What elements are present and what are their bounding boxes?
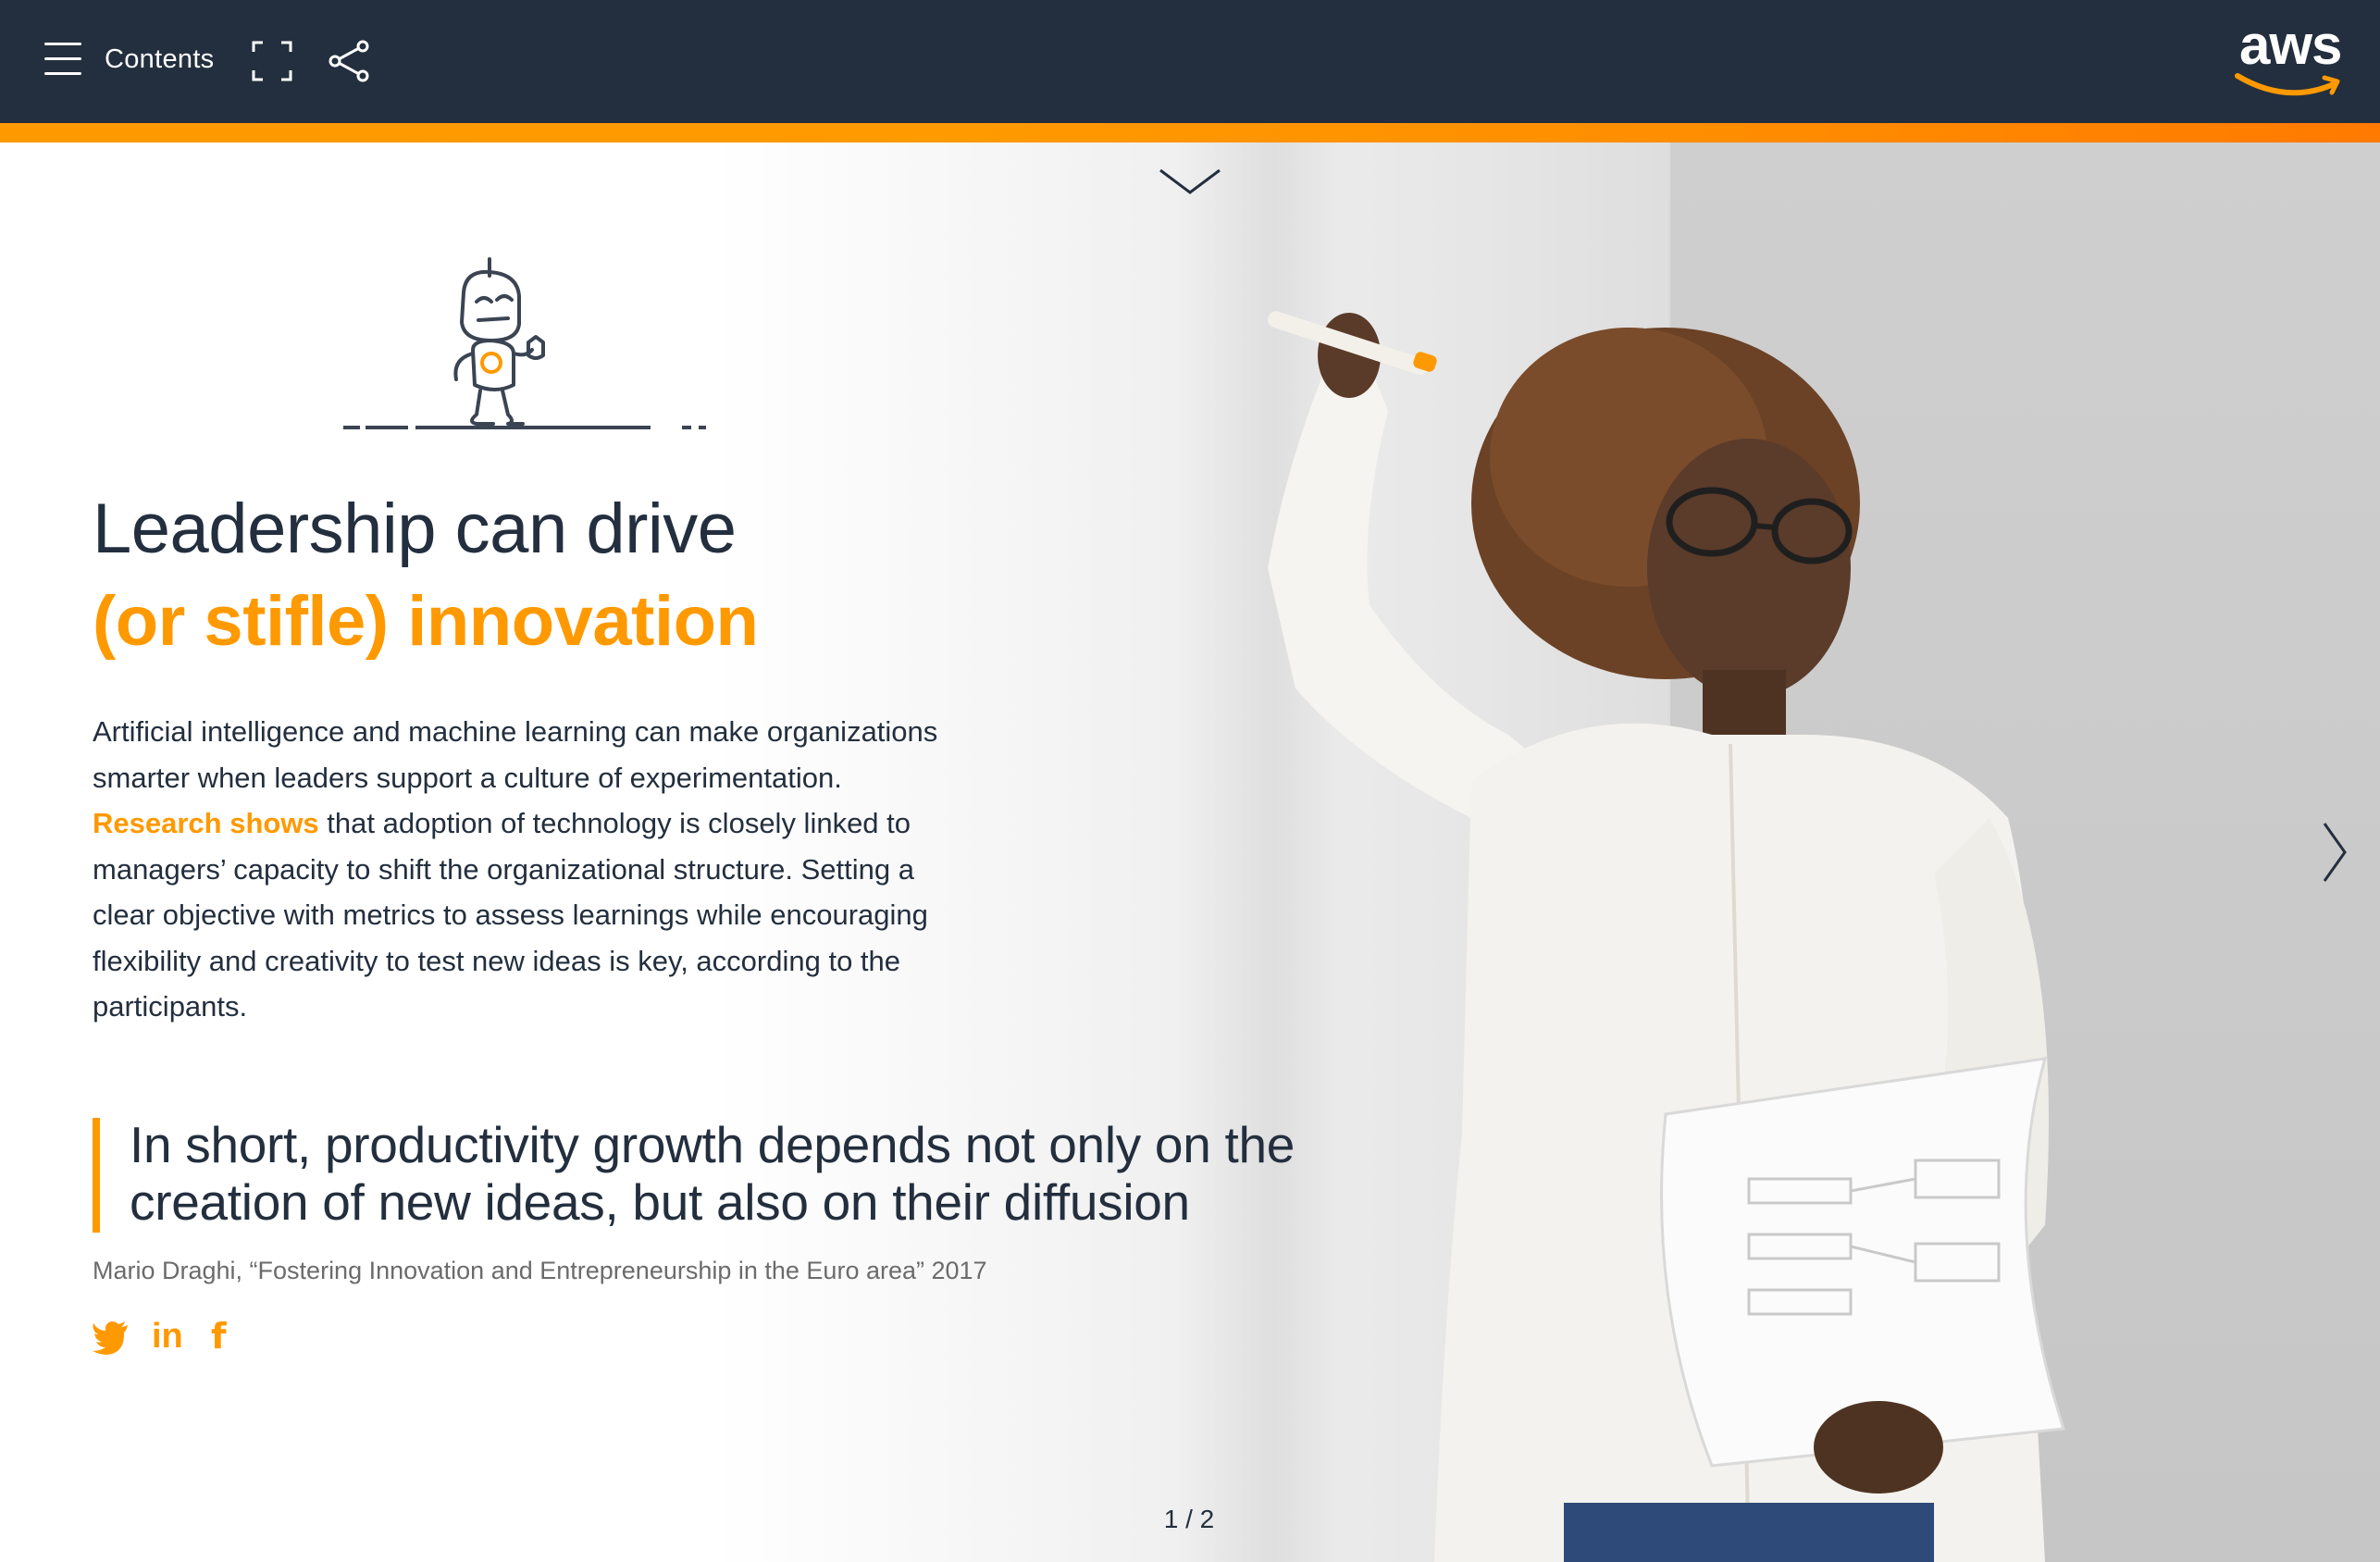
title-line-2: (or stifle) innovation	[93, 582, 759, 661]
research-shows-link[interactable]: Research shows	[93, 807, 319, 839]
page-title: Leadership can drive (or stifle) innovat…	[93, 483, 1018, 668]
linkedin-icon[interactable]: in	[152, 1318, 189, 1355]
chevron-down-icon[interactable]	[1157, 165, 1223, 198]
share-icon[interactable]	[328, 39, 372, 83]
robot-illustration	[343, 257, 706, 429]
quote-citation: Mario Draghi, “Fostering Innovation and …	[93, 1257, 987, 1284]
top-navigation-bar: Contents aws	[0, 0, 2380, 123]
fullscreen-icon[interactable]	[252, 41, 292, 81]
social-share-links: in f	[93, 1318, 248, 1355]
presenter-photo	[1268, 311, 2065, 1562]
page-indicator: 1 / 2	[1163, 1505, 1215, 1533]
twitter-icon[interactable]	[93, 1318, 130, 1355]
chevron-right-icon[interactable]	[2321, 820, 2349, 885]
accent-strip	[0, 123, 2380, 143]
body-text-start: Artificial intelligence and machine lear…	[93, 715, 938, 794]
contents-button[interactable]: Contents	[105, 44, 214, 75]
facebook-icon[interactable]: f	[211, 1318, 248, 1355]
title-line-1: Leadership can drive	[93, 490, 737, 568]
quote-accent-bar	[93, 1118, 100, 1233]
pull-quote: In short, productivity growth depends no…	[130, 1116, 1295, 1231]
body-paragraph: Artificial intelligence and machine lear…	[93, 709, 972, 1030]
hamburger-menu-icon[interactable]	[44, 43, 85, 80]
aws-smile-icon	[2235, 73, 2340, 96]
